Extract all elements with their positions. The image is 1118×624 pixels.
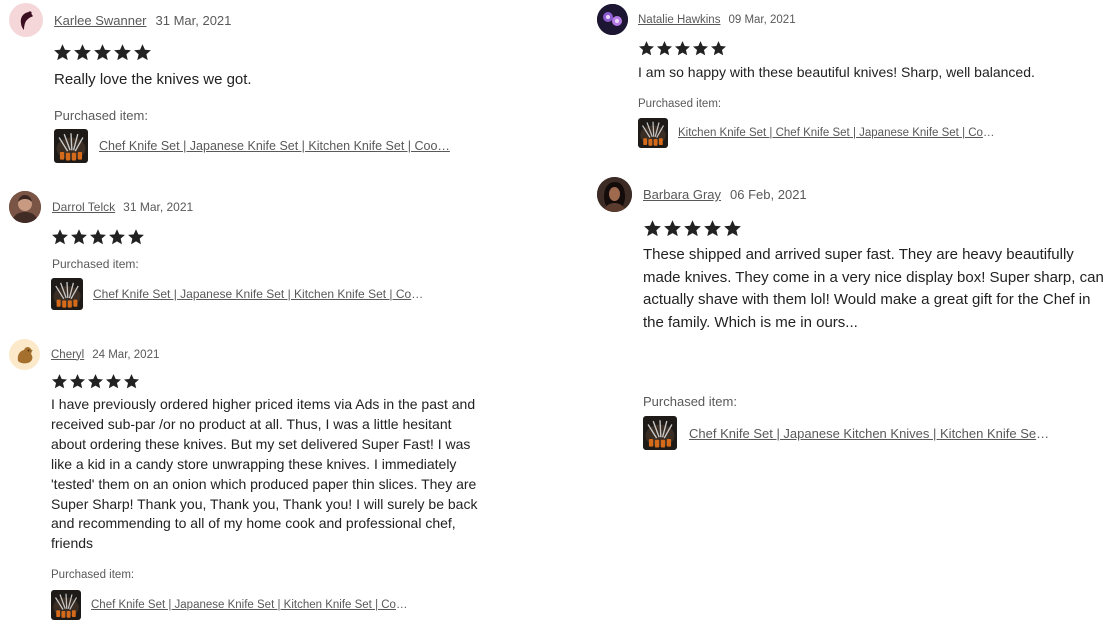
product-thumbnail[interactable] xyxy=(51,278,83,310)
review-date: 24 Mar, 2021 xyxy=(92,348,160,361)
star-icon xyxy=(656,40,673,57)
purchased-item-link[interactable]: Kitchen Knife Set | Chef Knife Set | Jap… xyxy=(678,127,1000,139)
review-header: Natalie Hawkins 09 Mar, 2021 xyxy=(597,4,796,35)
knife-set-image xyxy=(54,129,88,163)
purchased-item-label: Purchased item: xyxy=(638,98,722,110)
review-date: 06 Feb, 2021 xyxy=(730,187,807,202)
star-icon xyxy=(108,228,126,246)
purchased-item-link[interactable]: Chef Knife Set | Japanese Knife Set | Ki… xyxy=(93,287,428,301)
star-icon xyxy=(113,43,132,62)
product-thumbnail[interactable] xyxy=(643,416,677,450)
avatar[interactable] xyxy=(597,177,632,212)
review-card: Cheryl 24 Mar, 2021 I have previously or… xyxy=(9,339,479,624)
review-text: I am so happy with these beautiful knive… xyxy=(638,64,1035,80)
purchased-item[interactable]: Chef Knife Set | Japanese Knife Set | Ki… xyxy=(51,590,409,620)
star-icon xyxy=(710,40,727,57)
reviewer-name[interactable]: Natalie Hawkins xyxy=(638,14,720,26)
avatar[interactable] xyxy=(9,191,41,223)
star-icon xyxy=(87,373,104,390)
review-date: 31 Mar, 2021 xyxy=(123,200,194,214)
review-date: 31 Mar, 2021 xyxy=(155,12,232,28)
star-icon xyxy=(674,40,691,57)
review-text: Really love the knives we got. xyxy=(54,71,252,88)
review-card: Natalie Hawkins 09 Mar, 2021 I am so hap… xyxy=(597,4,1077,154)
star-icon xyxy=(89,228,107,246)
star-rating xyxy=(638,40,727,57)
star-icon xyxy=(643,219,662,238)
product-thumbnail[interactable] xyxy=(51,590,81,620)
review-header: Barbara Gray 06 Feb, 2021 xyxy=(597,177,807,212)
star-icon xyxy=(105,373,122,390)
star-icon xyxy=(127,228,145,246)
star-icon xyxy=(51,373,68,390)
purchased-item-link[interactable]: Chef Knife Set | Japanese Kitchen Knives… xyxy=(689,426,1051,441)
star-icon xyxy=(69,373,86,390)
star-icon xyxy=(692,40,709,57)
purchased-item[interactable]: Chef Knife Set | Japanese Knife Set | Ki… xyxy=(54,129,457,163)
review-date: 09 Mar, 2021 xyxy=(728,13,796,26)
knife-set-image xyxy=(643,416,677,450)
star-icon xyxy=(73,43,92,62)
knife-set-image xyxy=(51,278,83,310)
product-thumbnail[interactable] xyxy=(638,118,668,148)
review-card: Darrol Telck 31 Mar, 2021 Purchased item… xyxy=(9,191,479,316)
purchased-item-label: Purchased item: xyxy=(54,108,148,123)
purchased-item-link[interactable]: Chef Knife Set | Japanese Knife Set | Ki… xyxy=(99,139,457,153)
review-card: Barbara Gray 06 Feb, 2021 These shipped … xyxy=(597,177,1117,457)
star-rating xyxy=(51,373,140,390)
star-icon xyxy=(51,228,69,246)
star-icon xyxy=(70,228,88,246)
star-rating xyxy=(643,219,742,238)
reviewer-name[interactable]: Cheryl xyxy=(51,349,84,361)
avatar[interactable] xyxy=(9,3,43,37)
reviewer-name[interactable]: Barbara Gray xyxy=(643,187,721,202)
person-photo-icon xyxy=(9,191,41,223)
knife-set-image xyxy=(51,590,81,620)
star-rating xyxy=(53,43,152,62)
avatar[interactable] xyxy=(9,339,40,370)
review-card: Karlee Swanner 31 Mar, 2021 Really love … xyxy=(9,3,479,168)
review-header: Darrol Telck 31 Mar, 2021 xyxy=(9,191,193,223)
knife-set-image xyxy=(638,118,668,148)
reviewer-name[interactable]: Karlee Swanner xyxy=(54,13,147,28)
purchased-item[interactable]: Chef Knife Set | Japanese Knife Set | Ki… xyxy=(51,278,428,310)
paw-icon xyxy=(597,4,628,35)
star-icon xyxy=(93,43,112,62)
person-photo-icon xyxy=(597,177,632,212)
star-icon xyxy=(663,219,682,238)
review-text: I have previously ordered higher priced … xyxy=(51,396,478,552)
review-text: These shipped and arrived super fast. Th… xyxy=(643,246,1104,332)
star-icon xyxy=(123,373,140,390)
star-icon xyxy=(133,43,152,62)
bird-icon xyxy=(20,11,33,30)
reviewer-name[interactable]: Darrol Telck xyxy=(52,200,115,214)
purchased-item-label: Purchased item: xyxy=(52,257,139,271)
bird-icon xyxy=(17,346,33,364)
purchased-item[interactable]: Kitchen Knife Set | Chef Knife Set | Jap… xyxy=(638,118,1000,148)
purchased-item-link[interactable]: Chef Knife Set | Japanese Knife Set | Ki… xyxy=(91,599,409,611)
star-icon xyxy=(723,219,742,238)
purchased-item-label: Purchased item: xyxy=(51,569,135,581)
review-header: Karlee Swanner 31 Mar, 2021 xyxy=(9,3,231,37)
purchased-item[interactable]: Chef Knife Set | Japanese Kitchen Knives… xyxy=(643,416,1051,450)
review-header: Cheryl 24 Mar, 2021 xyxy=(9,339,159,370)
star-icon xyxy=(53,43,72,62)
product-thumbnail[interactable] xyxy=(54,129,88,163)
star-rating xyxy=(51,228,145,246)
star-icon xyxy=(683,219,702,238)
star-icon xyxy=(703,219,722,238)
avatar[interactable] xyxy=(597,4,628,35)
star-icon xyxy=(638,40,655,57)
purchased-item-label: Purchased item: xyxy=(643,394,737,409)
